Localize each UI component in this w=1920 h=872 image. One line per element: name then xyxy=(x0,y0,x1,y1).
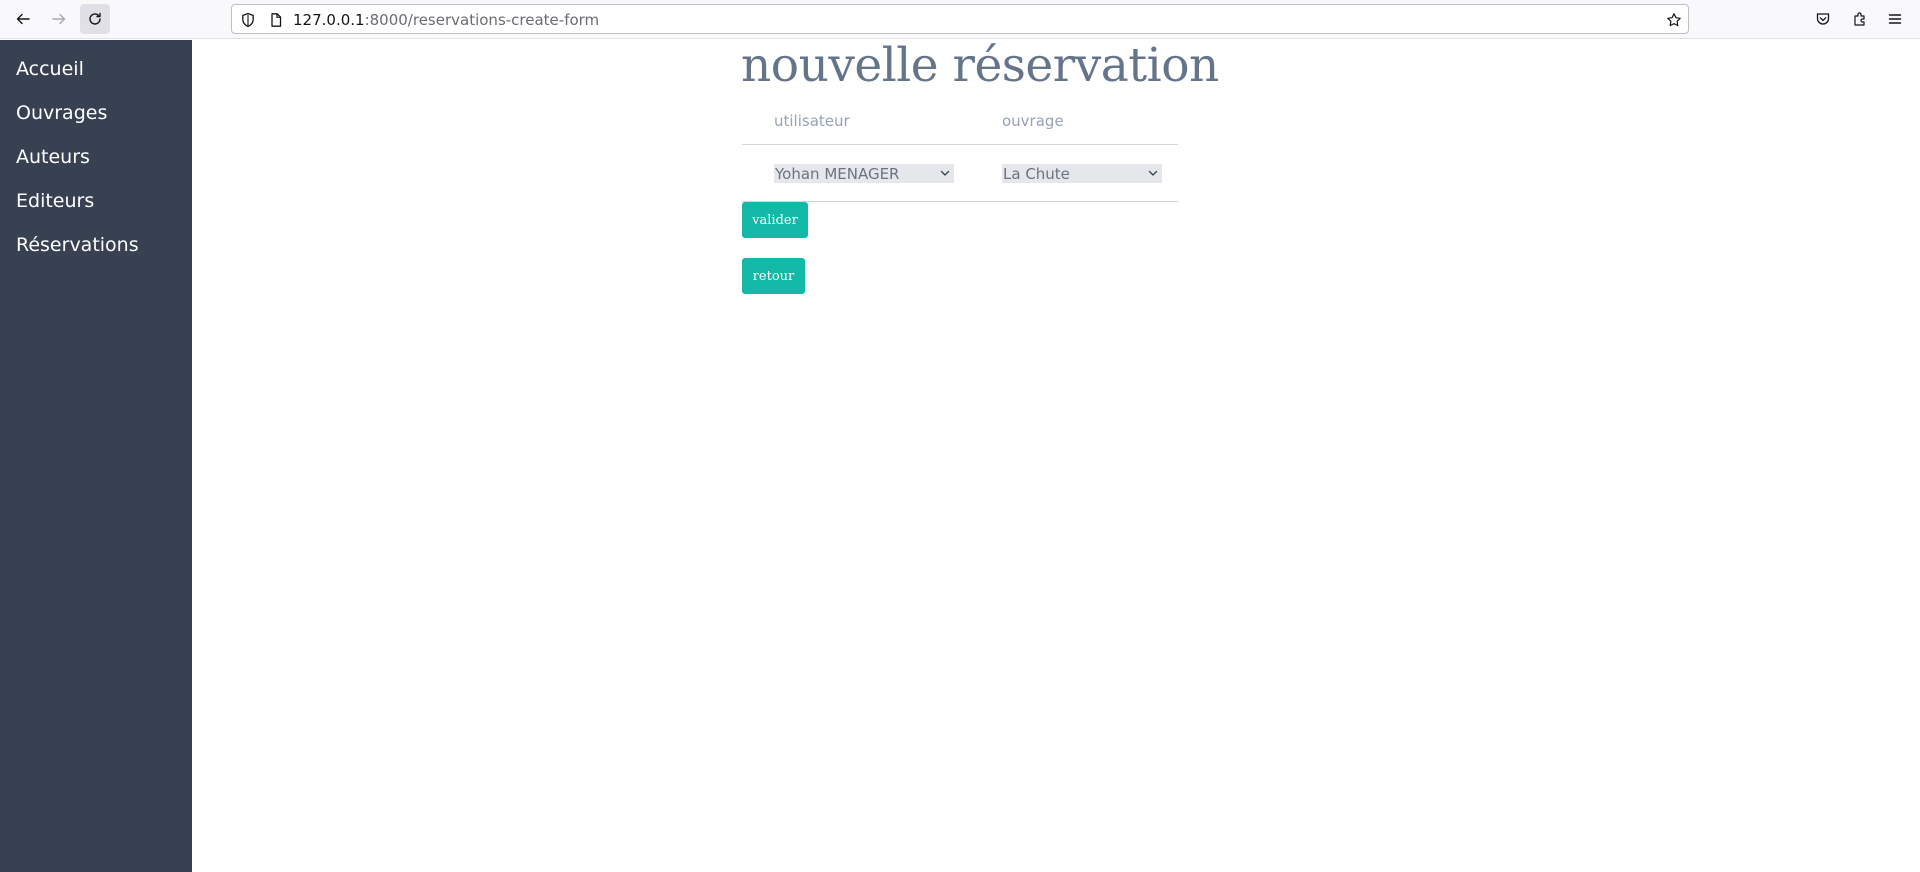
chevron-down-icon xyxy=(1148,170,1158,176)
arrow-right-icon xyxy=(52,13,66,25)
arrow-left-icon xyxy=(16,13,30,25)
sidebar-item-ouvrages[interactable]: Ouvrages xyxy=(16,102,107,124)
column-header-ouvrage: ouvrage xyxy=(1002,112,1064,130)
url-bar[interactable]: 127.0.0.1:8000/reservations-create-form xyxy=(231,4,1689,34)
valider-button[interactable]: valider xyxy=(742,202,808,238)
url-text[interactable]: 127.0.0.1:8000/reservations-create-form xyxy=(293,11,599,29)
ouvrage-select-value: La Chute xyxy=(1003,164,1070,183)
page-title: nouvelle réservation xyxy=(741,38,1219,93)
reload-button[interactable] xyxy=(80,4,110,34)
bookmark-star-icon[interactable] xyxy=(1666,12,1682,28)
retour-button[interactable]: retour xyxy=(742,258,805,294)
reload-icon xyxy=(89,12,101,25)
url-host: 127.0.0.1 xyxy=(293,11,365,29)
ouvrage-select[interactable]: La Chute xyxy=(1002,164,1162,183)
extensions-icon[interactable] xyxy=(1852,11,1868,27)
browser-toolbar: 127.0.0.1:8000/reservations-create-form xyxy=(0,0,1920,39)
sidebar-item-reservations[interactable]: Réservations xyxy=(16,234,139,256)
utilisateur-select-value: Yohan MENAGER xyxy=(775,164,900,183)
table-row-divider xyxy=(742,201,1178,202)
table-header-divider xyxy=(742,144,1178,145)
chevron-down-icon xyxy=(940,170,950,176)
sidebar-item-editeurs[interactable]: Editeurs xyxy=(16,190,94,212)
sidebar: Accueil Ouvrages Auteurs Editeurs Réserv… xyxy=(0,40,192,872)
forward-button[interactable] xyxy=(44,4,74,34)
pocket-icon[interactable] xyxy=(1815,11,1831,27)
sidebar-item-accueil[interactable]: Accueil xyxy=(16,58,84,80)
back-button[interactable] xyxy=(8,4,38,34)
column-header-utilisateur: utilisateur xyxy=(774,112,850,130)
shield-icon[interactable] xyxy=(240,12,256,28)
menu-icon[interactable] xyxy=(1887,11,1903,27)
sidebar-item-auteurs[interactable]: Auteurs xyxy=(16,146,90,168)
url-path: :8000/reservations-create-form xyxy=(364,11,600,29)
utilisateur-select[interactable]: Yohan MENAGER xyxy=(774,164,954,183)
page-icon[interactable] xyxy=(268,12,284,28)
